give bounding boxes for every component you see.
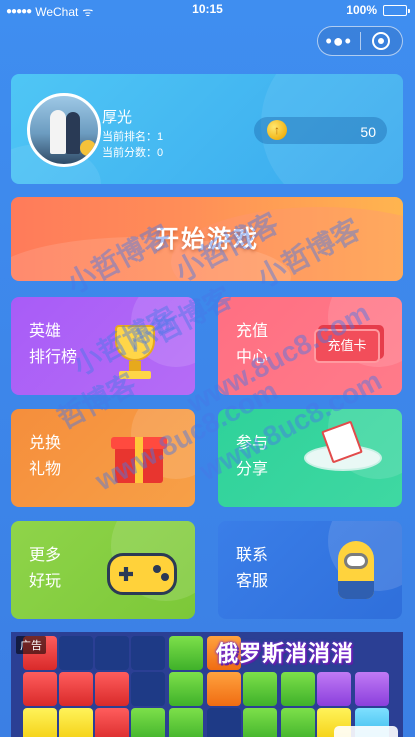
tile-more-fun[interactable]: 更多 好玩 — [11, 521, 195, 619]
mini-program-capsule: •●• — [317, 26, 403, 56]
current-rank: 当前排名：1 — [102, 131, 164, 143]
profile-name: 厚光 — [102, 109, 133, 126]
tile-label: 参与 分享 — [236, 435, 269, 478]
ad-corner-label — [334, 726, 398, 737]
tile-contact-support[interactable]: 联系 客服 — [218, 521, 402, 619]
tile-recharge-center[interactable]: 充值 中心 充值卡 — [218, 297, 402, 395]
tile-label: 兑换 礼物 — [29, 435, 62, 478]
tile-join-share[interactable]: 参与 分享 — [218, 409, 402, 507]
battery-label: 100% — [346, 3, 377, 17]
coin-icon: ↑ — [267, 120, 287, 140]
current-score: 当前分数：0 — [102, 147, 164, 159]
tile-label: 充值 中心 — [236, 323, 269, 366]
start-game-button[interactable]: 开始游戏 — [11, 197, 403, 281]
tile-hero-leaderboard[interactable]: 英雄 排行榜 — [11, 297, 195, 395]
more-dots-icon[interactable]: •●• — [318, 26, 360, 56]
tile-label: 更多 好玩 — [29, 547, 62, 590]
close-target-icon — [372, 32, 391, 50]
status-right: 100% — [346, 3, 410, 17]
coin-balance: 50 — [360, 124, 376, 140]
tile-redeem-gift[interactable]: 兑换 礼物 — [11, 409, 195, 507]
tile-label: 英雄 排行榜 — [29, 323, 78, 366]
close-button[interactable] — [360, 32, 402, 50]
tile-label: 联系 客服 — [236, 547, 269, 590]
status-bar: ●●●●● WeChat ᯤ 10:15 100% — [0, 0, 415, 20]
ad-tag: 广告 — [16, 636, 46, 654]
charge-card-icon: 充值卡 — [314, 329, 380, 363]
ad-title: 俄罗斯消消消 — [216, 641, 355, 666]
battery-icon — [383, 4, 410, 16]
start-game-label: 开始游戏 — [155, 226, 259, 253]
avatar[interactable] — [27, 93, 101, 167]
